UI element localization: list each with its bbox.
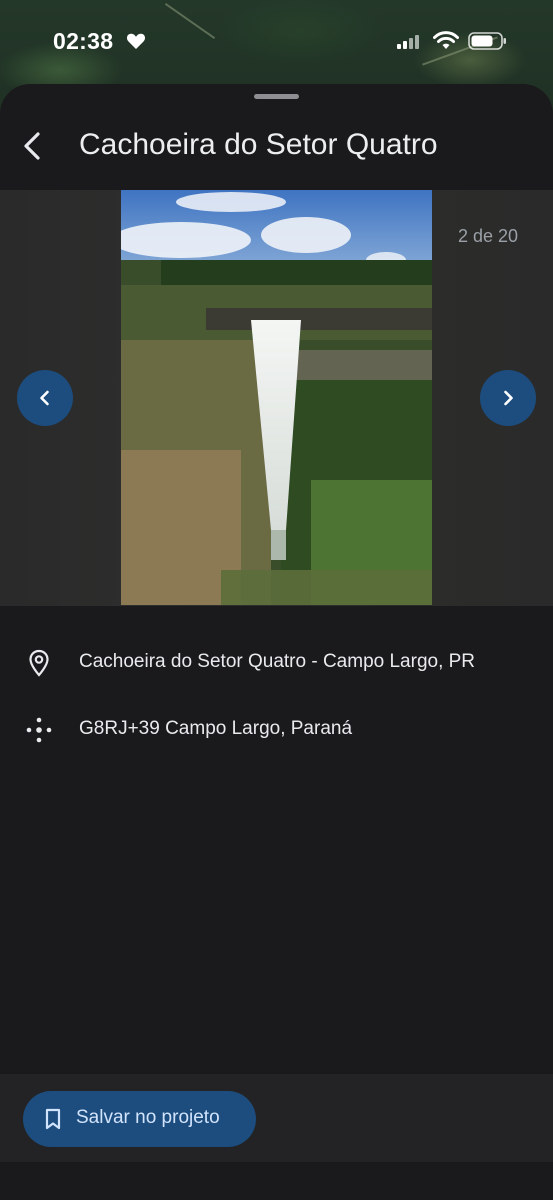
heart-icon [126, 33, 146, 49]
address-row[interactable]: Cachoeira do Setor Quatro - Campo Largo,… [0, 638, 553, 686]
bottom-action-bar: Salvar no projeto [0, 1074, 553, 1162]
wifi-icon [433, 31, 459, 49]
address-text: Cachoeira do Setor Quatro - Campo Largo,… [79, 651, 476, 672]
save-to-project-label: Salvar no projeto [76, 1107, 220, 1128]
plus-code-icon [26, 717, 52, 743]
signal-icon [397, 35, 419, 49]
place-photo-sheet: Cachoeira do Setor Quatro 2 de 20 Cachoe… [0, 84, 553, 1200]
back-button[interactable] [12, 126, 52, 166]
next-photo-button[interactable] [480, 370, 536, 426]
photo-carousel[interactable]: 2 de 20 [0, 190, 553, 606]
page-title: Cachoeira do Setor Quatro [79, 128, 438, 161]
waterfall-photo-image [121, 190, 432, 605]
bookmark-icon [45, 1108, 61, 1130]
save-to-project-button[interactable]: Salvar no projeto [23, 1091, 256, 1147]
sheet-header: Cachoeira do Setor Quatro [0, 104, 553, 190]
back-arrow-icon [24, 132, 40, 160]
drag-handle[interactable] [254, 94, 299, 99]
status-bar: 02:38 [0, 0, 553, 84]
photo-counter: 2 de 20 [457, 226, 518, 246]
previous-photo-button[interactable] [17, 370, 73, 426]
chevron-right-icon [504, 390, 513, 406]
status-time: 02:38 [53, 28, 114, 54]
chevron-left-icon [40, 390, 49, 406]
battery-icon [468, 32, 506, 50]
location-pin-icon [29, 649, 49, 677]
waterfall-photo[interactable] [121, 190, 432, 605]
plus-code-text: G8RJ+39 Campo Largo, Paraná [79, 718, 353, 739]
plus-code-row[interactable]: G8RJ+39 Campo Largo, Paraná [0, 705, 553, 753]
